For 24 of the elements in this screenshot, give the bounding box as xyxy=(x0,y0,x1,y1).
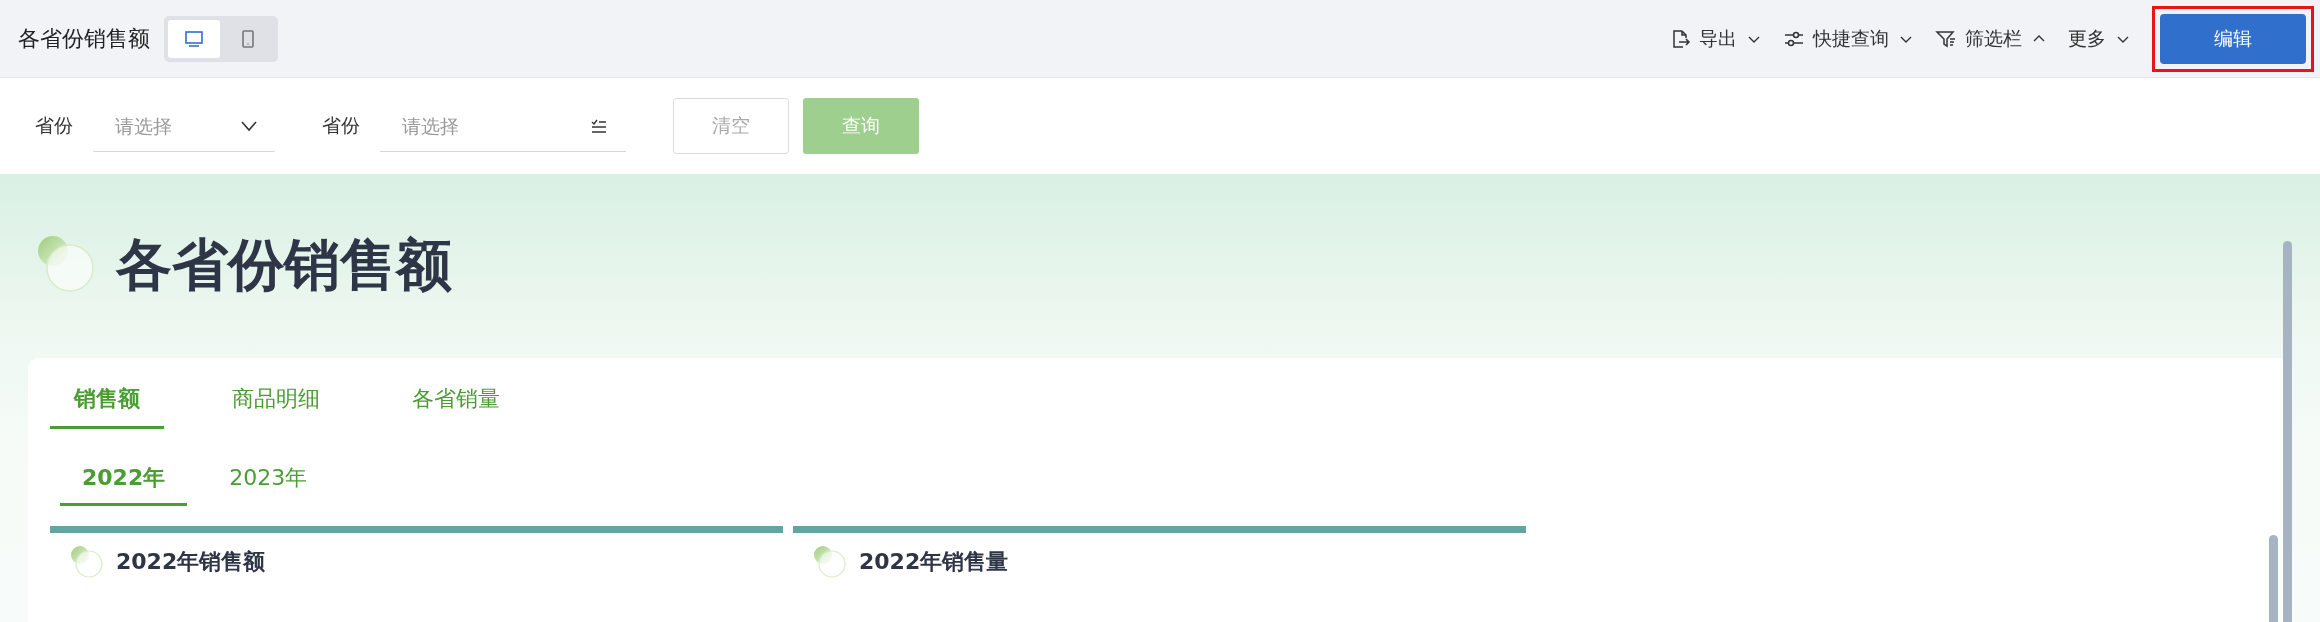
filter-label: 省份 xyxy=(322,113,360,138)
year-tab[interactable]: 2023年 xyxy=(207,453,330,506)
dashboard-title: 各省份销售额 xyxy=(116,231,452,299)
scrollbar-thumb[interactable] xyxy=(2269,535,2278,622)
tab[interactable]: 商品明细 xyxy=(208,372,344,429)
report-title: 各省份销售额 xyxy=(18,24,150,53)
select-field[interactable]: 请选择 xyxy=(93,113,239,138)
filter-label: 省份 xyxy=(35,113,73,138)
toolbar-menu-button[interactable]: 筛选栏 xyxy=(1935,25,2046,52)
bubbles-icon xyxy=(70,545,104,579)
scrollbar-thumb[interactable] xyxy=(2283,241,2292,622)
desktop-view-button[interactable] xyxy=(168,19,220,58)
toolbar-menu-button[interactable]: 导出 xyxy=(1669,25,1761,52)
panel-title: 2022年销售量 xyxy=(859,548,1009,576)
tab[interactable]: 销售额 xyxy=(50,372,164,429)
toolbar-menu-button[interactable]: 更多 xyxy=(2068,25,2130,52)
bubbles-icon xyxy=(813,545,847,579)
panel-title: 2022年销售额 xyxy=(116,548,266,576)
toolbar-menu-button[interactable]: 快捷查询 xyxy=(1783,25,1913,52)
monitor-icon xyxy=(184,28,204,49)
edit-button[interactable]: 编辑 xyxy=(2160,13,2306,64)
select-field[interactable]: 请选择 xyxy=(380,113,590,138)
year-tab[interactable]: 2022年 xyxy=(60,453,188,506)
tab[interactable]: 各省销量 xyxy=(388,372,524,429)
